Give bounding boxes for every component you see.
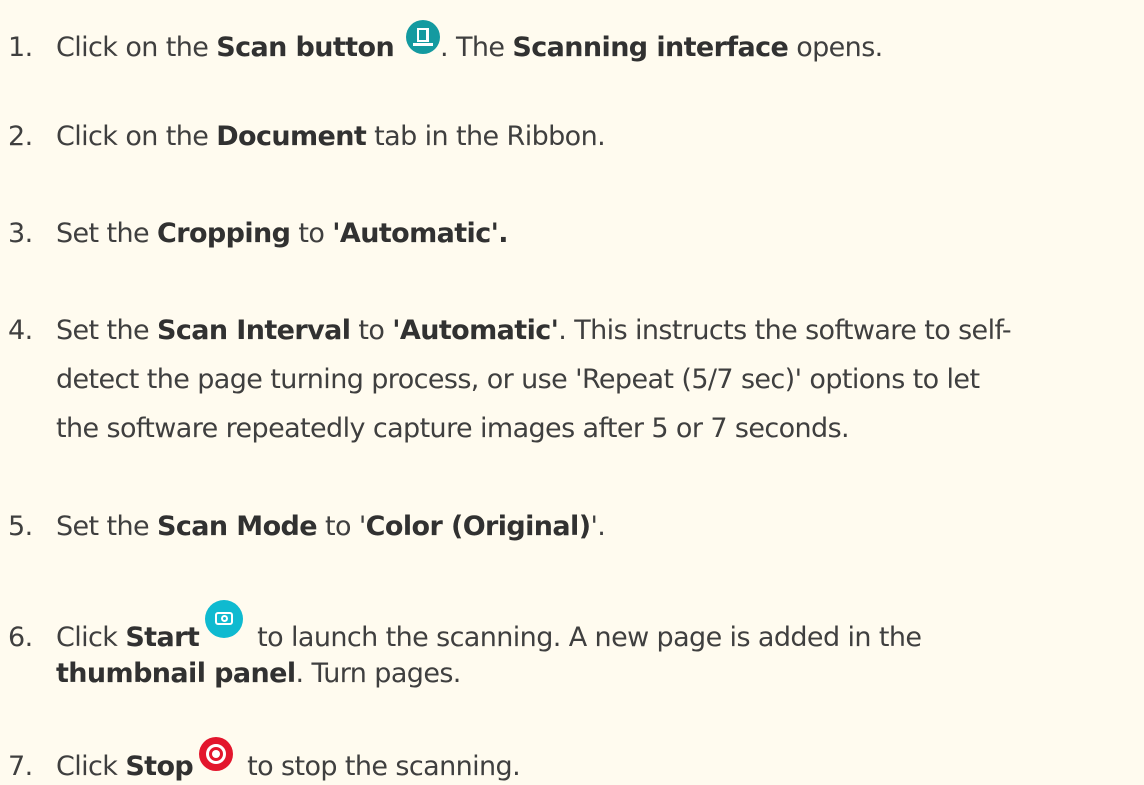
step-text: . Turn pages.: [295, 658, 462, 689]
step-number: 6.: [8, 622, 33, 653]
thumbnail-panel-label: thumbnail panel: [56, 658, 296, 689]
step-text: Set the: [56, 315, 158, 346]
scan-mode-label: Scan Mode: [157, 511, 318, 542]
step-number: 3.: [8, 218, 33, 249]
step-4: 4. Set the Scan Interval to 'Automatic'. …: [8, 313, 1012, 349]
cropping-value: 'Automatic'.: [332, 218, 508, 249]
step-3: 3. Set the Cropping to 'Automatic'.: [8, 216, 509, 252]
step-6: 6. Click Start to launch the scanning. A …: [8, 600, 922, 653]
scan-mode-value: Color (Original): [365, 511, 591, 542]
start-label: Start: [125, 622, 200, 653]
step-6-line-2: thumbnail panel. Turn pages.: [56, 656, 461, 692]
instruction-steps: 1. Click on the Scan button . The Scannin…: [0, 0, 1144, 782]
step-text: Click: [56, 751, 126, 782]
step-4-line-2: detect the page turning process, or use …: [56, 364, 980, 395]
step-text: '.: [590, 511, 606, 542]
step-text: to: [290, 218, 333, 249]
step-4-line-3: the software repeatedly capture images a…: [56, 413, 850, 444]
step-text: . The: [440, 32, 513, 63]
step-number: 4.: [8, 315, 33, 346]
scanning-interface-label: Scanning interface: [512, 32, 789, 63]
step-1: 1. Click on the Scan button . The Scannin…: [8, 20, 883, 63]
step-number: 1.: [8, 32, 33, 63]
scan-interval-value: 'Automatic': [392, 315, 559, 346]
step-text: Click: [56, 622, 126, 653]
scan-interval-label: Scan Interval: [157, 315, 351, 346]
scan-button-label: Scan button: [216, 32, 395, 63]
stop-label: Stop: [125, 751, 194, 782]
step-text: tab in the Ribbon.: [366, 121, 606, 152]
step-text: opens.: [788, 32, 883, 63]
step-number: 7.: [8, 751, 33, 782]
step-text: Set the: [56, 218, 158, 249]
step-text: to stop the scanning.: [239, 751, 521, 782]
step-number: 2.: [8, 121, 33, 152]
step-5: 5. Set the Scan Mode to 'Color (Original)…: [8, 509, 606, 545]
step-text: to: [350, 315, 393, 346]
step-text: Click on the: [56, 32, 217, 63]
scan-button-icon: [406, 20, 441, 54]
step-text: to ': [316, 511, 366, 542]
camera-icon: [205, 600, 244, 638]
step-text: Set the: [56, 511, 158, 542]
stop-record-icon: [199, 737, 234, 771]
step-text: Click on the: [56, 121, 217, 152]
step-text: to launch the scanning. A new page is ad…: [249, 622, 922, 653]
step-text: . This instructs the software to self-: [558, 315, 1012, 346]
document-tab-label: Document: [216, 121, 367, 152]
cropping-label: Cropping: [157, 218, 291, 249]
step-2: 2. Click on the Document tab in the Ribbo…: [8, 119, 606, 155]
step-number: 5.: [8, 511, 33, 542]
step-7: 7. Click Stop to stop the scanning.: [8, 737, 521, 782]
